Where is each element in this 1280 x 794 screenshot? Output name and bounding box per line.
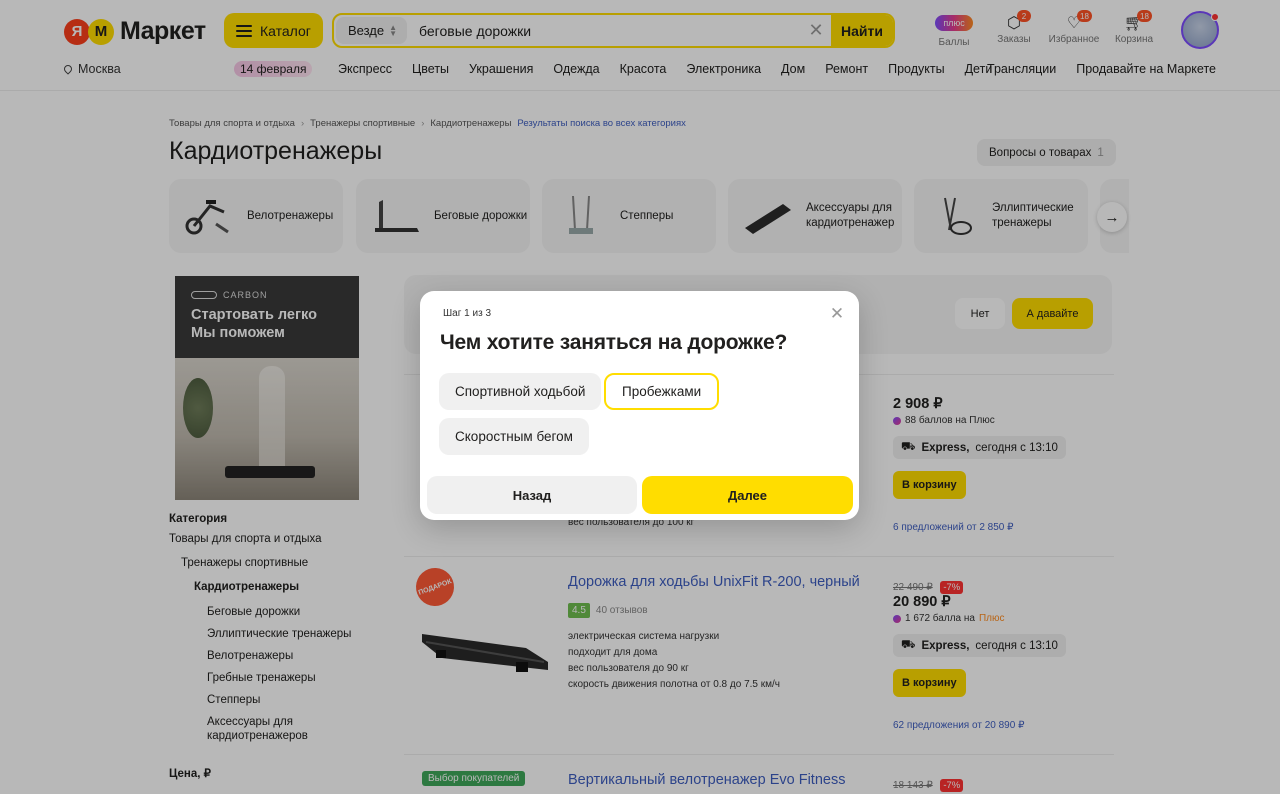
next-button[interactable]: Далее bbox=[642, 476, 853, 514]
option-fast-running[interactable]: Скоростным бегом bbox=[439, 418, 589, 455]
back-button[interactable]: Назад bbox=[427, 476, 637, 514]
quiz-modal: Шаг 1 из 3 ✕ Чем хотите заняться на доро… bbox=[420, 291, 859, 520]
step-indicator: Шаг 1 из 3 bbox=[443, 308, 492, 319]
option-jogging[interactable]: Пробежками bbox=[604, 373, 720, 410]
modal-title: Чем хотите заняться на дорожке? bbox=[440, 331, 788, 354]
option-walking[interactable]: Спортивной ходьбой bbox=[439, 373, 602, 410]
close-icon[interactable]: ✕ bbox=[829, 304, 845, 323]
